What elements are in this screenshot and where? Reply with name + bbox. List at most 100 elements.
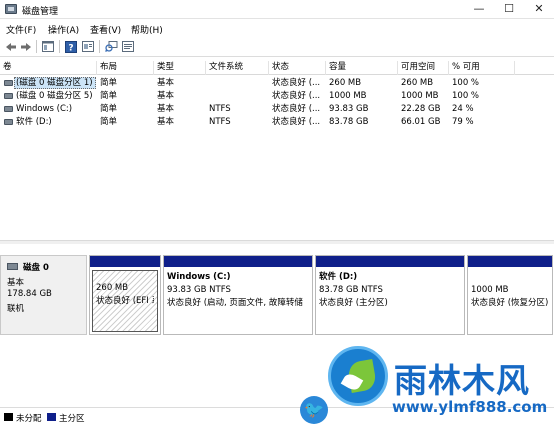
table-row[interactable]: (磁盘 0 磁盘分区 5) 简单 基本 状态良好 (... 1000 MB 10… — [0, 90, 554, 102]
rescan-icon[interactable] — [104, 40, 118, 53]
cell-capacity: 93.83 GB — [329, 104, 369, 114]
settings-list-icon[interactable] — [121, 40, 135, 53]
cell-free-space: 66.01 GB — [401, 117, 441, 127]
cell-capacity: 260 MB — [329, 78, 362, 88]
partition-software-d[interactable]: 软件 (D:) 83.78 GB NTFS 状态良好 (主分区) — [315, 255, 465, 335]
back-arrow-icon[interactable] — [4, 40, 18, 53]
cell-layout: 简单 — [100, 104, 118, 114]
partition-name: Windows (C:) — [167, 272, 231, 282]
column-free-space[interactable]: 可用空间 — [398, 61, 449, 75]
cell-percent-free: 79 % — [452, 117, 474, 127]
partition-status: 状态良好 (主分区) — [319, 298, 388, 308]
toolbar: ? — [0, 37, 554, 57]
cell-type: 基本 — [157, 104, 175, 114]
watermark-logo: 🐦 雨林木风 www.ylmf888.com — [300, 340, 554, 439]
menu-action[interactable]: 操作(A) — [48, 23, 79, 36]
cell-free-space: 260 MB — [401, 78, 434, 88]
disk-name: 磁盘 0 — [23, 263, 49, 273]
menu-view[interactable]: 查看(V) — [90, 23, 121, 36]
menu-file[interactable]: 文件(F) — [6, 23, 36, 36]
cell-filesystem: NTFS — [209, 117, 231, 127]
title-bar: 磁盘管理 — ☐ ✕ — [0, 0, 554, 19]
cell-capacity: 83.78 GB — [329, 117, 369, 127]
volume-icon — [4, 80, 13, 86]
partition-size: 83.78 GB NTFS — [319, 285, 383, 295]
svg-text:?: ? — [68, 43, 73, 53]
pane-splitter[interactable] — [0, 240, 554, 244]
disk-size: 178.84 GB — [7, 289, 52, 299]
cell-status: 状态良好 (... — [272, 117, 321, 127]
logo-emblem-icon — [328, 346, 388, 406]
menu-help[interactable]: 帮助(H) — [131, 23, 163, 36]
cell-status: 状态良好 (... — [272, 91, 321, 101]
table-row[interactable]: Windows (C:) 简单 基本 NTFS 状态良好 (... 93.83 … — [0, 103, 554, 115]
column-filesystem[interactable]: 文件系统 — [206, 61, 269, 75]
cell-percent-free: 24 % — [452, 104, 474, 114]
partition-size: 93.83 GB NTFS — [167, 285, 231, 295]
menu-bar: 文件(F) 操作(A) 查看(V) 帮助(H) — [0, 20, 554, 37]
cell-volume: (磁盘 0 磁盘分区 1) — [16, 78, 93, 88]
cell-filesystem — [206, 90, 269, 102]
legend-primary: 主分区 — [59, 414, 85, 424]
disk-0-label[interactable]: 磁盘 0 基本 178.84 GB 联机 — [0, 255, 87, 335]
primary-swatch — [47, 413, 56, 421]
cell-type: 基本 — [157, 91, 175, 101]
window-title: 磁盘管理 — [22, 7, 59, 17]
partition-size: 1000 MB — [471, 285, 509, 295]
cell-filesystem — [206, 77, 269, 89]
cell-capacity: 1000 MB — [329, 91, 367, 101]
disk-type: 基本 — [7, 278, 25, 288]
table-row[interactable]: (磁盘 0 磁盘分区 1) 简单 基本 状态良好 (... 260 MB 260… — [0, 77, 554, 89]
partition-efi[interactable]: 260 MB 状态良好 (EFI 系 — [89, 255, 161, 335]
column-status[interactable]: 状态 — [269, 61, 326, 75]
volume-icon — [4, 93, 13, 99]
disk-icon — [7, 263, 18, 270]
partition-status: 状态良好 (启动, 页面文件, 故障转储 — [167, 298, 303, 308]
disk-management-icon — [5, 4, 17, 14]
column-percent-free[interactable]: % 可用 — [449, 61, 515, 75]
table-row[interactable]: 软件 (D:) 简单 基本 NTFS 状态良好 (... 83.78 GB 66… — [0, 116, 554, 128]
cell-percent-free: 100 % — [452, 78, 480, 88]
cell-layout: 简单 — [100, 78, 118, 88]
partition-status: 状态良好 (恢复分区) — [471, 298, 549, 308]
partition-recovery[interactable]: 1000 MB 状态良好 (恢复分区) — [467, 255, 553, 335]
volume-list: 卷 布局 类型 文件系统 状态 容量 可用空间 % 可用 (磁盘 0 磁盘分区 … — [0, 61, 554, 239]
column-volume[interactable]: 卷 — [0, 61, 97, 75]
maximize-button[interactable]: ☐ — [494, 0, 524, 19]
partition-windows-c[interactable]: Windows (C:) 93.83 GB NTFS 状态良好 (启动, 页面文… — [163, 255, 313, 335]
unallocated-swatch — [4, 413, 13, 421]
cell-type: 基本 — [157, 117, 175, 127]
volume-icon — [4, 106, 13, 112]
watermark-brand: 雨林木风 — [394, 361, 530, 400]
cell-layout: 简单 — [100, 117, 118, 127]
close-button[interactable]: ✕ — [524, 0, 554, 19]
cell-free-space: 1000 MB — [401, 91, 439, 101]
cell-volume: (磁盘 0 磁盘分区 5) — [16, 91, 93, 101]
cell-filesystem: NTFS — [209, 104, 231, 114]
forward-arrow-icon[interactable] — [19, 40, 33, 53]
volume-list-header: 卷 布局 类型 文件系统 状态 容量 可用空间 % 可用 — [0, 61, 554, 75]
cell-percent-free: 100 % — [452, 91, 480, 101]
cell-layout: 简单 — [100, 91, 118, 101]
cell-free-space: 22.28 GB — [401, 104, 441, 114]
partition-size: 260 MB — [96, 283, 129, 293]
partition-name: 软件 (D:) — [319, 272, 358, 282]
bird-icon: 🐦 — [300, 396, 328, 424]
legend-unallocated: 未分配 — [16, 414, 42, 424]
watermark-url: www.ylmf888.com — [392, 398, 548, 416]
cell-type: 基本 — [157, 78, 175, 88]
minimize-button[interactable]: — — [464, 0, 494, 19]
partition-status: 状态良好 (EFI 系 — [96, 296, 154, 306]
cell-status: 状态良好 (... — [272, 78, 321, 88]
column-capacity[interactable]: 容量 — [326, 61, 398, 75]
console-tree-icon[interactable] — [41, 40, 55, 53]
column-type[interactable]: 类型 — [154, 61, 206, 75]
volume-icon — [4, 119, 13, 125]
disk-state: 联机 — [7, 304, 25, 314]
help-icon[interactable]: ? — [64, 40, 78, 53]
column-layout[interactable]: 布局 — [97, 61, 154, 75]
cell-volume: 软件 (D:) — [16, 117, 52, 127]
cell-volume: Windows (C:) — [16, 104, 73, 114]
properties-icon[interactable] — [81, 40, 95, 53]
cell-status: 状态良好 (... — [272, 104, 321, 114]
